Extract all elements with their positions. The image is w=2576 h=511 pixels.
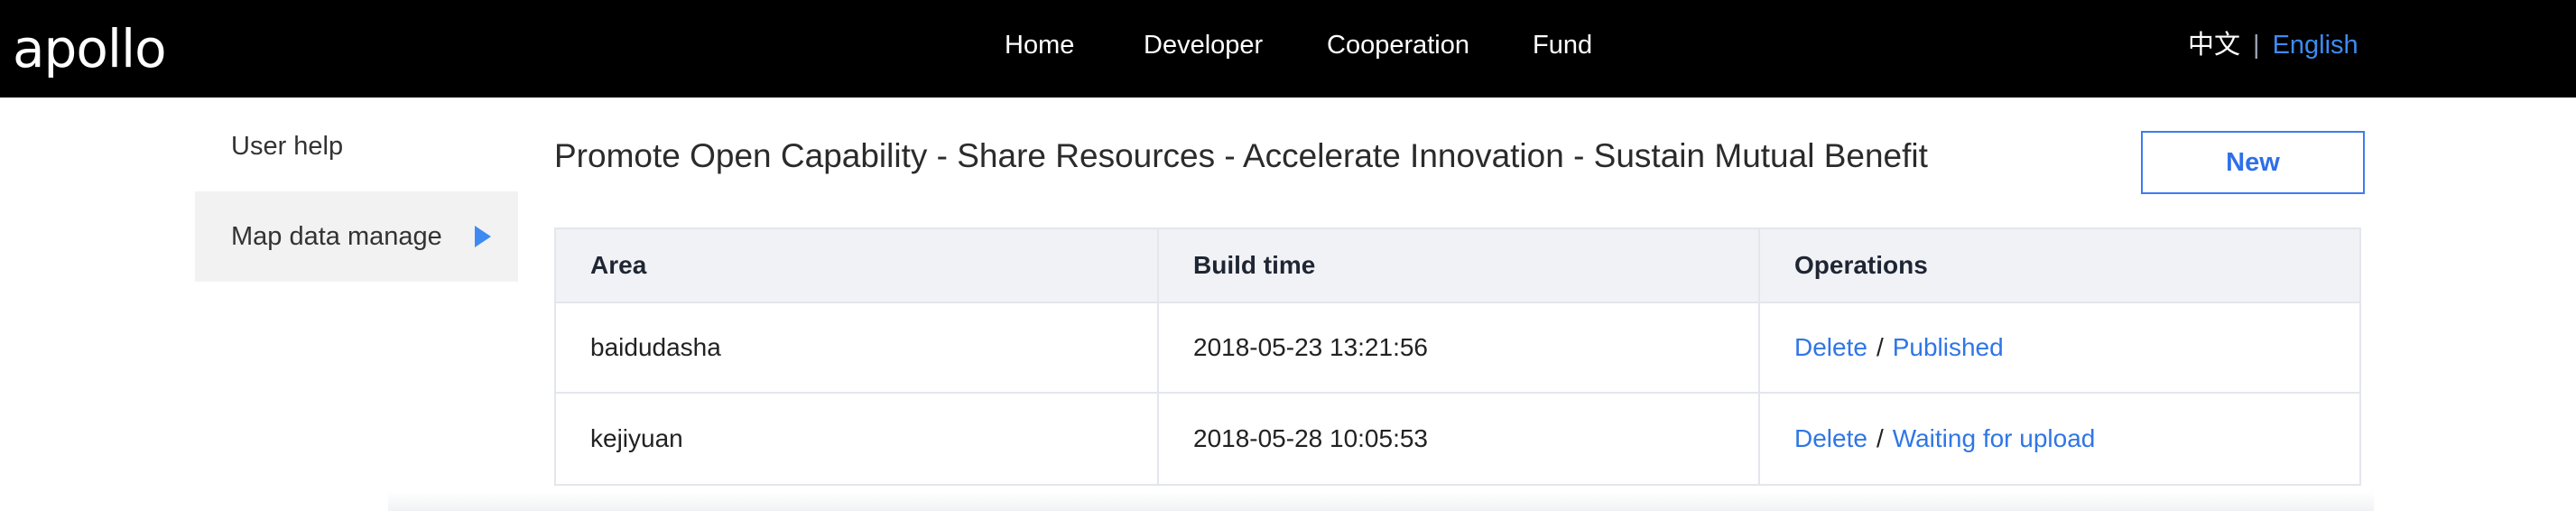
column-header-build-time: Build time [1159,229,1760,302]
status-link[interactable]: Published [1893,333,2004,362]
lang-chinese[interactable]: 中文 [2188,31,2240,60]
logo-text: apollo [13,18,167,79]
column-header-area: Area [556,229,1159,302]
column-header-operations: Operations [1794,251,1928,279]
language-switcher: 中文 | English [2188,0,2358,98]
nav-fund[interactable]: Fund [1533,0,1592,90]
operations-separator: / [1876,424,1884,452]
area-cell: baidudasha [556,303,1159,392]
sidebar: User help Map data manage [195,98,518,282]
table-row: kejiyuan 2018-05-28 10:05:53 Delete / Wait… [556,394,2359,484]
status-link[interactable]: Waiting for upload [1893,424,2096,453]
table-row: baidudasha 2018-05-23 13:21:56 Delete / Pu… [556,303,2359,394]
page-headline: Promote Open Capability - Share Resource… [554,137,1928,174]
operations-cell: Delete / Published [1760,303,2359,392]
sidebar-item-label: User help [231,132,344,161]
bottom-shadow [388,491,2374,511]
build-time-cell: 2018-05-23 13:21:56 [1159,303,1760,392]
nav-cooperation[interactable]: Cooperation [1327,0,1469,90]
caret-right-icon [475,226,491,247]
apollo-logo[interactable]: apollo [13,16,167,81]
lang-english[interactable]: English [2273,31,2358,60]
sidebar-item-user-help[interactable]: User help [195,101,518,191]
sidebar-item-map-data-manage[interactable]: Map data manage [195,191,518,282]
lang-separator: | [2253,31,2260,60]
area-cell: kejiyuan [556,394,1159,484]
nav-developer[interactable]: Developer [1144,0,1263,90]
sidebar-item-label: Map data manage [231,222,442,251]
top-navigation-bar: apollo Home Developer Cooperation Fund 中… [0,0,2576,98]
delete-link[interactable]: Delete [1794,333,1867,362]
delete-link[interactable]: Delete [1794,424,1867,453]
nav-home[interactable]: Home [1005,0,1074,90]
new-button[interactable]: New [2141,131,2365,194]
map-data-table: Area Build time Operations baidudasha 20… [554,228,2361,486]
operations-separator: / [1876,333,1884,361]
build-time-cell: 2018-05-28 10:05:53 [1159,394,1760,484]
table-header-row: Area Build time Operations [556,229,2359,303]
operations-cell: Delete / Waiting for upload [1760,394,2359,484]
